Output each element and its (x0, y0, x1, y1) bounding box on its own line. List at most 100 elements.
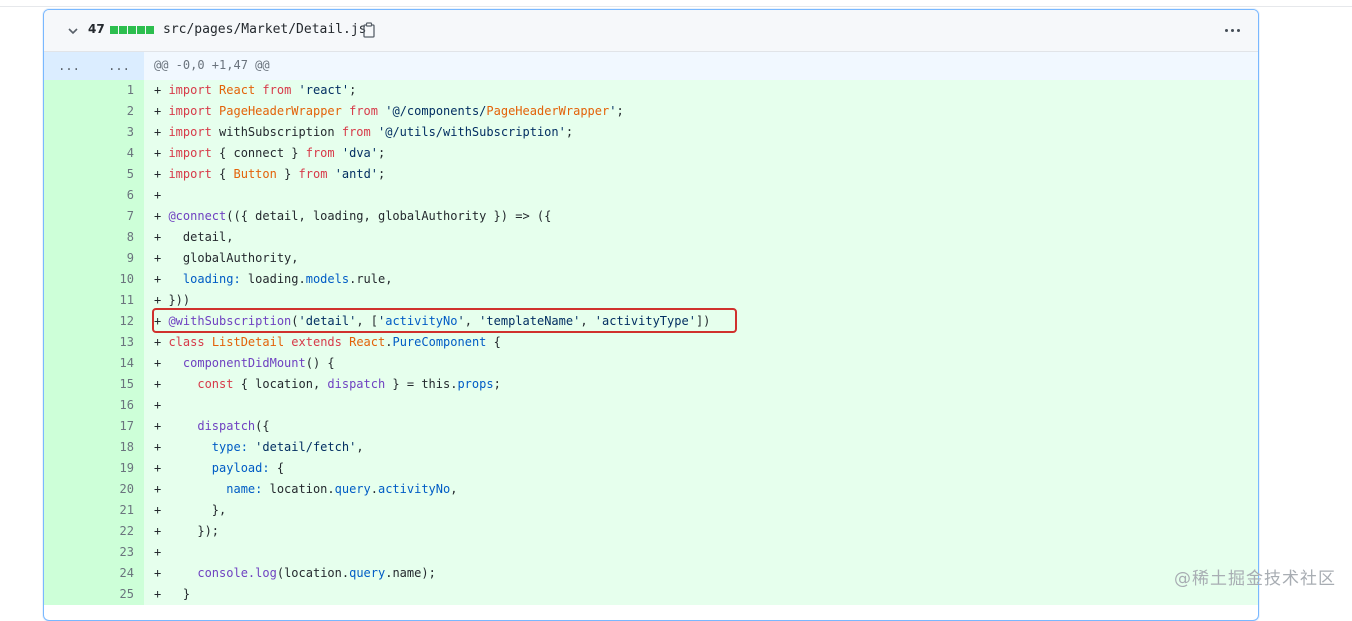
dot (1225, 29, 1228, 32)
old-line-number[interactable] (44, 80, 94, 101)
new-line-number[interactable]: 9 (94, 248, 144, 269)
more-options-icon[interactable] (1225, 29, 1240, 32)
new-line-number[interactable]: 11 (94, 290, 144, 311)
diff-line: 1 + import React from 'react'; (44, 80, 1258, 101)
old-line-number[interactable] (44, 353, 94, 374)
diff-line: 21 + }, (44, 500, 1258, 521)
new-line-number[interactable]: 6 (94, 185, 144, 206)
clipboard-icon[interactable] (362, 22, 376, 38)
diff-line: 7 + @connect(({ detail, loading, globalAu… (44, 206, 1258, 227)
code-line: + }); (144, 521, 1258, 542)
diffstat-bar (110, 26, 154, 34)
diff-line: 11 + })) (44, 290, 1258, 311)
old-line-number[interactable] (44, 563, 94, 584)
old-line-number[interactable] (44, 311, 94, 332)
file-header: 47 src/pages/Market/Detail.js (44, 10, 1258, 52)
dot (1231, 29, 1234, 32)
new-line-number[interactable]: 18 (94, 437, 144, 458)
diff-line: 4 + import { connect } from 'dva'; (44, 143, 1258, 164)
diff-line: 2 + import PageHeaderWrapper from '@/comp… (44, 101, 1258, 122)
old-line-number[interactable] (44, 374, 94, 395)
new-line-number[interactable]: 2 (94, 101, 144, 122)
diff-line: 16 + (44, 395, 1258, 416)
old-line-number[interactable] (44, 290, 94, 311)
old-line-number[interactable] (44, 206, 94, 227)
code-line: + detail, (144, 227, 1258, 248)
new-line-number[interactable]: 7 (94, 206, 144, 227)
code-line: + }, (144, 500, 1258, 521)
old-line-number[interactable] (44, 395, 94, 416)
old-line-number[interactable] (44, 122, 94, 143)
old-line-number[interactable] (44, 143, 94, 164)
code-line: + } (144, 584, 1258, 605)
new-line-number[interactable]: 3 (94, 122, 144, 143)
old-line-number[interactable] (44, 248, 94, 269)
watermark: @稀土掘金技术社区 (1174, 569, 1336, 589)
changes-count: 47 (88, 22, 105, 36)
old-line-number[interactable] (44, 500, 94, 521)
new-line-number[interactable]: 14 (94, 353, 144, 374)
code-line: + (144, 542, 1258, 563)
new-line-number[interactable]: 13 (94, 332, 144, 353)
diffstat-block (128, 26, 136, 34)
old-line-number[interactable] (44, 437, 94, 458)
expand-down-button[interactable]: ... (94, 52, 144, 80)
old-line-number[interactable] (44, 416, 94, 437)
diff-line: 10 + loading: loading.models.rule, (44, 269, 1258, 290)
new-line-number[interactable]: 12 (94, 311, 144, 332)
old-line-number[interactable] (44, 185, 94, 206)
old-line-number[interactable] (44, 332, 94, 353)
new-line-number[interactable]: 10 (94, 269, 144, 290)
old-line-number[interactable] (44, 227, 94, 248)
diff-line: 8 + detail, (44, 227, 1258, 248)
code-line: + dispatch({ (144, 416, 1258, 437)
diff-line: 3 + import withSubscription from '@/utils… (44, 122, 1258, 143)
new-line-number[interactable]: 8 (94, 227, 144, 248)
code-line: + globalAuthority, (144, 248, 1258, 269)
code-line: + class ListDetail extends React.PureCom… (144, 332, 1258, 353)
old-line-number[interactable] (44, 458, 94, 479)
new-line-number[interactable]: 16 (94, 395, 144, 416)
code-line: + })) (144, 290, 1258, 311)
new-line-number[interactable]: 20 (94, 479, 144, 500)
expand-up-button[interactable]: ... (44, 52, 94, 80)
old-line-number[interactable] (44, 101, 94, 122)
chevron-down-icon[interactable] (66, 24, 80, 38)
diff-line: 15 + const { location, dispatch } = this.… (44, 374, 1258, 395)
old-line-number[interactable] (44, 584, 94, 605)
diff-file: 47 src/pages/Market/Detail.js ... ... @@… (43, 9, 1259, 621)
new-line-number[interactable]: 5 (94, 164, 144, 185)
code-line: + import { Button } from 'antd'; (144, 164, 1258, 185)
new-line-number[interactable]: 23 (94, 542, 144, 563)
new-line-number[interactable]: 25 (94, 584, 144, 605)
old-line-number[interactable] (44, 479, 94, 500)
code-line: + import withSubscription from '@/utils/… (144, 122, 1258, 143)
old-line-number[interactable] (44, 269, 94, 290)
new-line-number[interactable]: 21 (94, 500, 144, 521)
code-line: + import { connect } from 'dva'; (144, 143, 1258, 164)
diffstat-block (137, 26, 145, 34)
code-line: + const { location, dispatch } = this.pr… (144, 374, 1258, 395)
hunk-header: ... ... @@ -0,0 +1,47 @@ (44, 52, 1258, 80)
new-line-number[interactable]: 15 (94, 374, 144, 395)
code-line: + (144, 395, 1258, 416)
diff-line: 6 + (44, 185, 1258, 206)
new-line-number[interactable]: 4 (94, 143, 144, 164)
old-line-number[interactable] (44, 542, 94, 563)
old-line-number[interactable] (44, 164, 94, 185)
dot (1237, 29, 1240, 32)
diff-line: 12 + @withSubscription('detail', ['activi… (44, 311, 1258, 332)
code-line: + import PageHeaderWrapper from '@/compo… (144, 101, 1258, 122)
code-line: + console.log(location.query.name); (144, 563, 1258, 584)
diff-line: 14 + componentDidMount() { (44, 353, 1258, 374)
code-line: + payload: { (144, 458, 1258, 479)
diff-line: 24 + console.log(location.query.name); (44, 563, 1258, 584)
old-line-number[interactable] (44, 521, 94, 542)
diff-line: 5 + import { Button } from 'antd'; (44, 164, 1258, 185)
file-path[interactable]: src/pages/Market/Detail.js (163, 22, 367, 37)
new-line-number[interactable]: 19 (94, 458, 144, 479)
new-line-number[interactable]: 1 (94, 80, 144, 101)
new-line-number[interactable]: 24 (94, 563, 144, 584)
new-line-number[interactable]: 22 (94, 521, 144, 542)
new-line-number[interactable]: 17 (94, 416, 144, 437)
